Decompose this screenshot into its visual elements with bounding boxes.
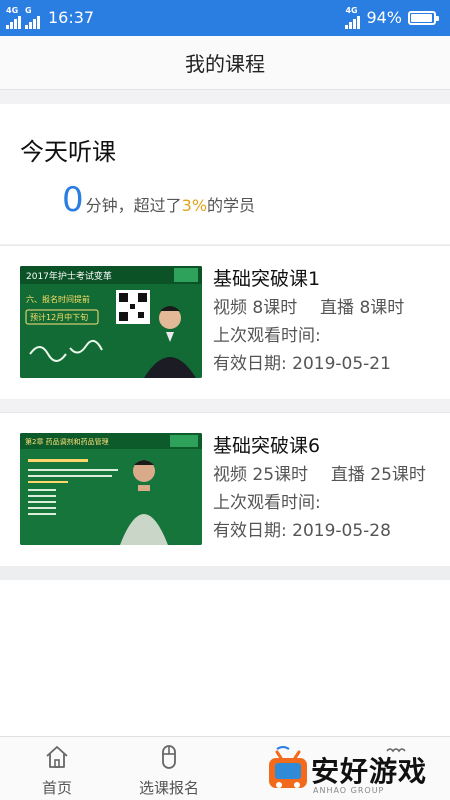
- today-stats: 0 分钟，超过了 3% 的学员: [62, 180, 255, 220]
- signal-icon-right: [345, 15, 361, 29]
- last-watch: 上次观看时间:: [213, 324, 443, 348]
- battery-fill: [411, 13, 432, 22]
- last-watch-label: 上次观看时间:: [213, 326, 321, 346]
- video-hours: 25课时: [252, 465, 309, 485]
- live-hours: 8课时: [359, 298, 405, 318]
- percent-value: 3%: [181, 196, 208, 215]
- course-info: 基础突破课1 视频 8课时 直播 8课时 上次观看时间: 有效日期: 2019-…: [213, 266, 443, 376]
- network-label-1: 4G: [6, 6, 19, 15]
- nav-course-enroll[interactable]: 选课报名: [124, 743, 214, 798]
- network-label-right: 4G: [345, 6, 358, 15]
- battery-icon: [408, 10, 439, 25]
- today-title: 今天听课: [20, 138, 116, 166]
- course-item[interactable]: 第2章 药品调剂和药品管理 基础突破课6 视频 25课时 直播 25课时 上次观…: [0, 412, 450, 566]
- video-hours: 8课时: [252, 298, 298, 318]
- status-left: 4G G 16:37: [6, 6, 94, 29]
- course-hours: 视频 25课时 直播 25课时: [213, 463, 443, 487]
- course-thumbnail-image: 第2章 药品调剂和药品管理: [20, 433, 202, 545]
- course-title[interactable]: 基础突破课1: [213, 266, 443, 292]
- mouse-icon: [162, 745, 176, 769]
- signal-icon-2: [25, 15, 40, 29]
- signal-icon-1: [6, 15, 21, 29]
- section-divider: [0, 566, 450, 580]
- thumb-line-2: 预计12月中下旬: [30, 312, 88, 322]
- watermark-logo-icon: [269, 750, 307, 788]
- page-header: 我的课程: [0, 36, 450, 90]
- course-title[interactable]: 基础突破课6: [213, 433, 443, 459]
- status-right: 4G 94%: [345, 6, 439, 29]
- last-watch: 上次观看时间:: [213, 491, 443, 515]
- minutes-unit: 分钟，超过了: [85, 196, 182, 215]
- course-item[interactable]: 2017年护士考试变革 六、报名时间提前 预计12月中下旬 基础突破课1 视频 …: [0, 245, 450, 399]
- percent-suffix: 的学员: [207, 196, 256, 215]
- expiry-value: 2019-05-28: [292, 521, 391, 541]
- expiry-date: 有效日期: 2019-05-21: [213, 352, 443, 376]
- course-thumbnail[interactable]: 2017年护士考试变革 六、报名时间提前 预计12月中下旬: [20, 266, 202, 378]
- network-indicator-right: 4G: [345, 6, 361, 29]
- last-watch-label: 上次观看时间:: [213, 493, 321, 513]
- video-label: 视频: [213, 465, 247, 485]
- course-info: 基础突破课6 视频 25课时 直播 25课时 上次观看时间: 有效日期: 201…: [213, 433, 443, 543]
- nav-home[interactable]: 首页: [12, 743, 102, 798]
- thumb-headline: 第2章 药品调剂和药品管理: [25, 437, 109, 446]
- expiry-label: 有效日期:: [213, 354, 287, 374]
- live-hours: 25课时: [370, 465, 426, 485]
- video-label: 视频: [213, 298, 247, 318]
- watermark-text: 安好游戏: [311, 755, 428, 788]
- status-time: 16:37: [48, 8, 95, 27]
- nav-home-label: 首页: [41, 779, 72, 797]
- course-thumbnail[interactable]: 第2章 药品调剂和药品管理: [20, 433, 202, 545]
- live-label: 直播: [320, 298, 355, 318]
- network-indicator-2: G: [25, 6, 40, 29]
- expiry-date: 有效日期: 2019-05-28: [213, 519, 443, 543]
- home-icon: [46, 746, 68, 768]
- network-label-2: G: [25, 6, 32, 15]
- watermark-sub: ANHAO GROUP: [313, 786, 385, 795]
- watermark: 安好游戏 ANHAO GROUP: [265, 744, 450, 800]
- page-title: 我的课程: [185, 52, 265, 76]
- expiry-label: 有效日期:: [213, 521, 287, 541]
- expiry-value: 2019-05-21: [292, 354, 391, 374]
- today-study-card: 今天听课 0 分钟，超过了 3% 的学员: [0, 104, 450, 244]
- thumb-line-1: 六、报名时间提前: [26, 294, 90, 304]
- course-hours: 视频 8课时 直播 8课时: [213, 296, 443, 320]
- course-thumbnail-image: 2017年护士考试变革 六、报名时间提前 预计12月中下旬: [20, 266, 202, 378]
- nav-enroll-label: 选课报名: [138, 779, 199, 797]
- live-label: 直播: [330, 465, 365, 485]
- status-bar: 4G G 16:37 4G 94%: [0, 0, 450, 36]
- minutes-value: 0: [62, 180, 84, 220]
- network-indicator-1: 4G: [6, 6, 21, 29]
- battery-text: 94%: [366, 8, 402, 27]
- empty-area: [0, 580, 450, 736]
- thumb-headline: 2017年护士考试变革: [26, 270, 112, 282]
